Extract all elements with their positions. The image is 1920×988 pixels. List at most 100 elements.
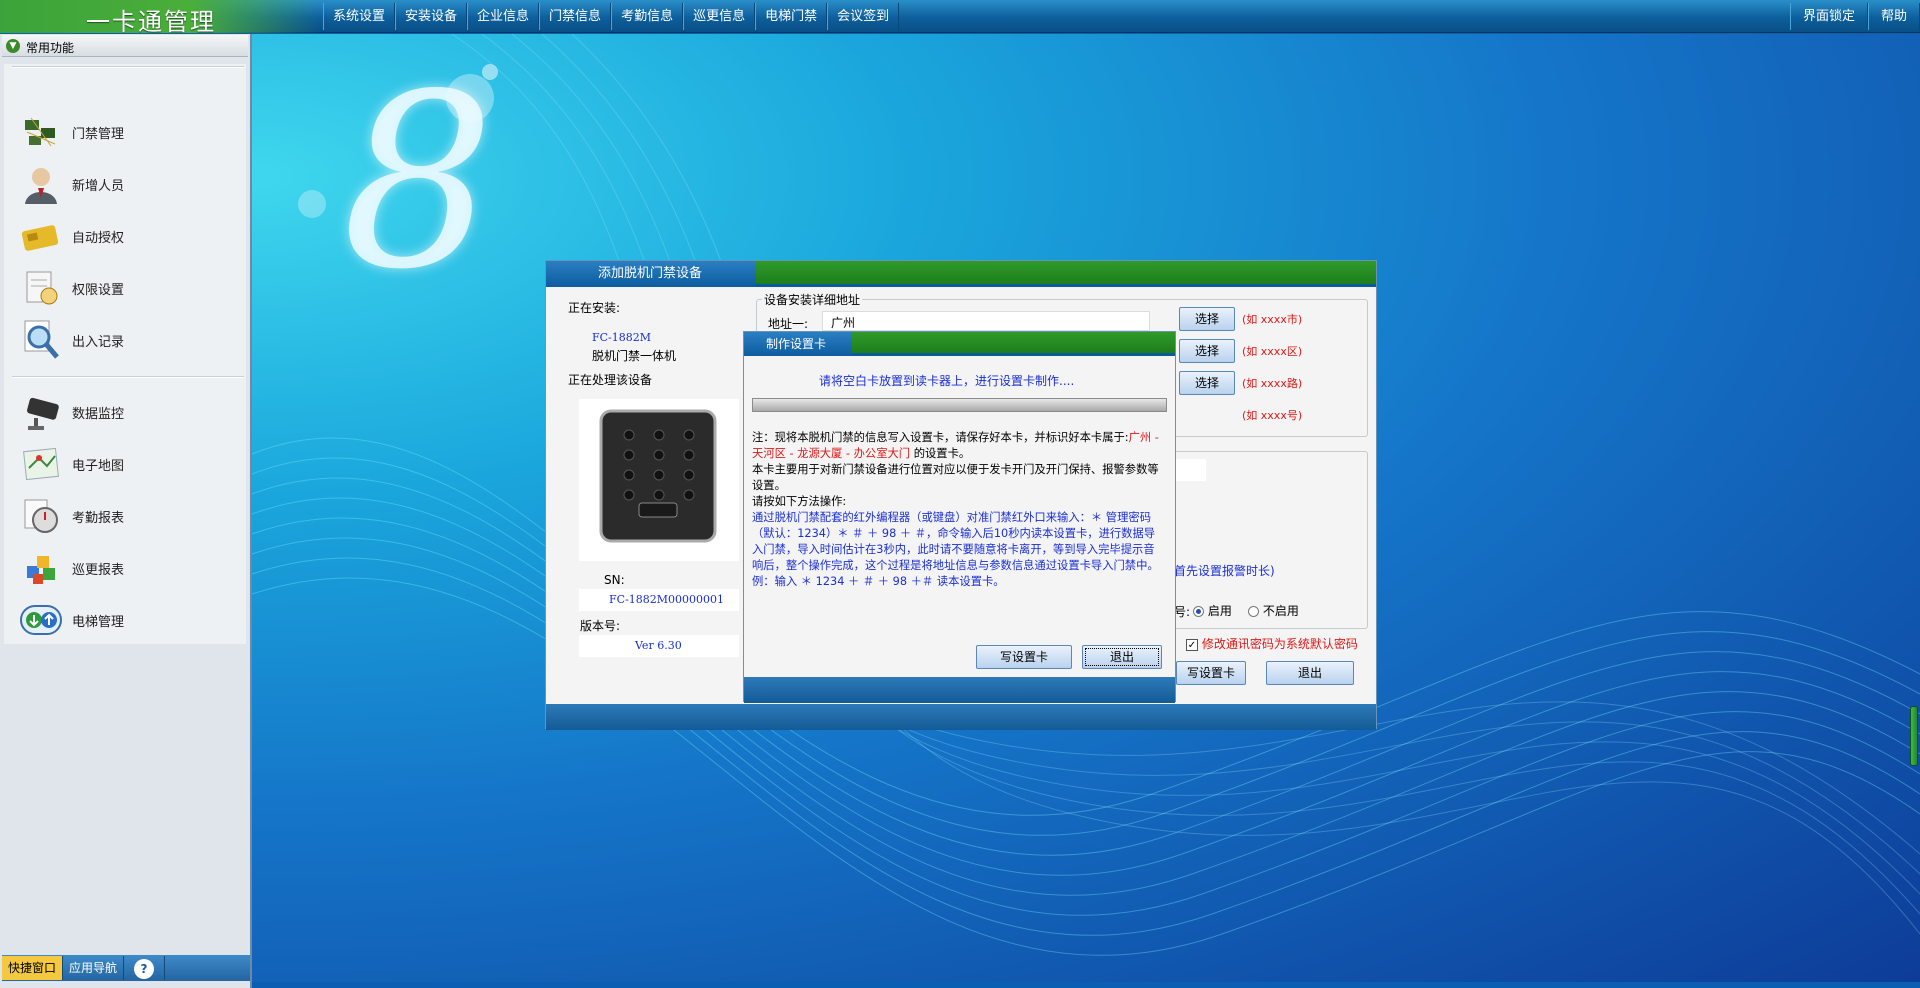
sidebar-item-label: 巡更报表	[72, 562, 125, 578]
divider	[12, 376, 244, 378]
scrollbar-thumb[interactable]	[1910, 706, 1918, 766]
app-title: 一卡通管理	[86, 8, 216, 36]
device-model: FC-1882M	[592, 331, 652, 344]
radio-enable-label: 启用	[1207, 604, 1232, 618]
help-tab[interactable]: ?	[124, 956, 166, 980]
left-sidebar: ▼ 常用功能 门禁管理 新增人员 自动授权 权限设置 出入记录 数据监控 电子地…	[0, 34, 252, 988]
dialog-title: 添加脱机门禁设备	[546, 261, 756, 287]
address-input[interactable]: 广州	[822, 311, 1150, 331]
version-field: Ver 6.30	[579, 635, 739, 657]
version-value: Ver 6.30	[635, 639, 682, 652]
hint-road: (如 xxxx路)	[1242, 377, 1303, 390]
stopwatch-icon	[18, 494, 64, 538]
sidebar-item-label: 新增人员	[72, 178, 125, 194]
magnifier-document-icon	[18, 318, 64, 362]
default-password-checkbox[interactable]: ✓ 修改通讯密码为系统默认密码	[1186, 635, 1358, 652]
menu-install-device[interactable]: 安装设备	[395, 3, 468, 30]
sidebar-item-elevator-management[interactable]: 电梯管理	[18, 596, 238, 644]
card-prompt: 请将空白卡放置到读卡器上，进行设置卡制作....	[819, 374, 1075, 388]
elevator-icon	[18, 598, 64, 642]
divider	[12, 66, 244, 68]
menu-enterprise-info[interactable]: 企业信息	[467, 3, 540, 30]
menu-elevator-access[interactable]: 电梯门禁	[755, 3, 828, 30]
exit-button[interactable]: 退出	[1082, 645, 1162, 669]
sidebar-item-label: 数据监控	[72, 406, 125, 422]
top-right-menu: 界面锁定 帮助	[1789, 3, 1920, 30]
select-city-button[interactable]: 选择	[1179, 307, 1235, 331]
blocks-icon	[18, 546, 64, 590]
sidebar-item-add-person[interactable]: 新增人员	[18, 160, 238, 208]
sidebar-item-data-monitor[interactable]: 数据监控	[18, 388, 238, 436]
note-steps-label: 请按如下方法操作:	[752, 495, 847, 508]
note-instruction: 通过脱机门禁配套的红外编程器（或键盘）对准门禁红外口来输入：＊ 管理密码（默认：…	[752, 511, 1159, 572]
write-card-button-back[interactable]: 写设置卡	[1176, 661, 1246, 685]
sidebar-header-label: 常用功能	[26, 41, 75, 55]
camera-icon	[18, 390, 64, 434]
sidebar-item-label: 电梯管理	[72, 614, 125, 630]
write-card-button[interactable]: 写设置卡	[976, 645, 1072, 669]
hint-number: (如 xxxx号)	[1242, 409, 1303, 422]
progress-bar	[752, 398, 1167, 412]
sidebar-item-label: 自动授权	[72, 230, 125, 246]
select-district-button[interactable]: 选择	[1179, 339, 1235, 363]
radio-disable[interactable]: 不启用	[1248, 602, 1299, 619]
main-menu: 系统设置 安装设备 企业信息 门禁信息 考勤信息 巡更信息 电梯门禁 会议签到	[323, 3, 900, 30]
hint-city: (如 xxxx市)	[1242, 313, 1303, 326]
menu-system-settings[interactable]: 系统设置	[323, 3, 396, 30]
sn-value: FC-1882M00000001	[609, 593, 725, 606]
radio-group-label: 号:	[1174, 605, 1191, 619]
checkbox-icon[interactable]: ✓	[1186, 638, 1198, 651]
sidebar-item-label: 权限设置	[72, 282, 125, 298]
help-icon[interactable]: ?	[134, 958, 155, 979]
make-setup-card-dialog: 制作设置卡 请将空白卡放置到读卡器上，进行设置卡制作.... 注：现将本脱机门禁…	[743, 331, 1176, 703]
sidebar-item-access-records[interactable]: 出入记录	[18, 316, 238, 364]
menu-meeting-signin[interactable]: 会议签到	[827, 3, 900, 30]
sidebar-header[interactable]: ▼ 常用功能	[2, 35, 248, 57]
sidebar-item-permission-settings[interactable]: 权限设置	[18, 264, 238, 312]
tab-quick-window[interactable]: 快捷窗口	[2, 956, 64, 980]
hint-district: (如 xxxx区)	[1242, 345, 1303, 358]
select-road-button[interactable]: 选择	[1179, 371, 1235, 395]
radio-enable-icon[interactable]	[1193, 606, 1204, 617]
device-model-desc: 脱机门禁一体机	[592, 349, 677, 363]
collapse-icon[interactable]: ▼	[6, 39, 20, 53]
sidebar-body: 门禁管理 新增人员 自动授权 权限设置 出入记录 数据监控 电子地图 考勤报表 …	[4, 64, 246, 644]
tab-app-navigation[interactable]: 应用导航	[63, 956, 125, 980]
note-example: 例：输入 ＊ 1234 ＋ ＃ ＋ 98 ＋＃ 读本设置卡。	[752, 575, 1005, 588]
person-icon	[18, 162, 64, 206]
address-group-label: 设备安装详细地址	[762, 291, 863, 308]
sidebar-item-label: 出入记录	[72, 334, 125, 350]
default-password-label: 修改通讯密码为系统默认密码	[1201, 637, 1358, 651]
address-label: 地址一:	[768, 317, 809, 331]
document-clock-icon	[18, 266, 64, 310]
help-button[interactable]: 帮助	[1867, 3, 1920, 30]
processing-label: 正在处理该设备	[568, 373, 653, 387]
device-image	[579, 399, 739, 561]
lock-ui-button[interactable]: 界面锁定	[1789, 3, 1868, 30]
sidebar-item-patrol-report[interactable]: 巡更报表	[18, 544, 238, 592]
sidebar-item-e-map[interactable]: 电子地图	[18, 440, 238, 488]
menu-patrol-info[interactable]: 巡更信息	[683, 3, 756, 30]
radio-disable-label: 不启用	[1262, 604, 1299, 618]
sidebar-item-auto-authorize[interactable]: 自动授权	[18, 212, 238, 260]
menu-attendance-info[interactable]: 考勤信息	[611, 3, 684, 30]
radio-disable-icon[interactable]	[1248, 606, 1259, 617]
sidebar-item-attendance-report[interactable]: 考勤报表	[18, 492, 238, 540]
card-icon	[18, 214, 64, 258]
dialog-title-bar: 制作设置卡	[744, 332, 1175, 356]
map-icon	[18, 442, 64, 486]
logo-digit: 8	[342, 42, 495, 322]
dialog-title-bar: 添加脱机门禁设备	[546, 261, 1376, 287]
version-label: 版本号:	[580, 619, 621, 633]
sidebar-item-access-management[interactable]: 门禁管理	[18, 108, 238, 156]
dialog-bottom-bar	[744, 677, 1175, 703]
alarm-duration-hint: 首先设置报警时长)	[1174, 564, 1275, 578]
sidebar-item-label: 门禁管理	[72, 126, 125, 142]
installing-label: 正在安装:	[568, 301, 621, 315]
exit-button-back[interactable]: 退出	[1266, 661, 1354, 685]
note-purpose: 本卡主要用于对新门禁设备进行位置对应以便于发卡开门及开门保持、报警参数等设置。	[752, 463, 1159, 492]
radio-enable[interactable]: 启用	[1193, 602, 1232, 619]
sidebar-footer-tabs: 快捷窗口 应用导航 ?	[2, 955, 250, 981]
instruction-note: 注：现将本脱机门禁的信息写入设置卡，请保存好本卡，并标识好本卡属于:广州 - 天…	[752, 430, 1162, 590]
menu-access-info[interactable]: 门禁信息	[539, 3, 612, 30]
